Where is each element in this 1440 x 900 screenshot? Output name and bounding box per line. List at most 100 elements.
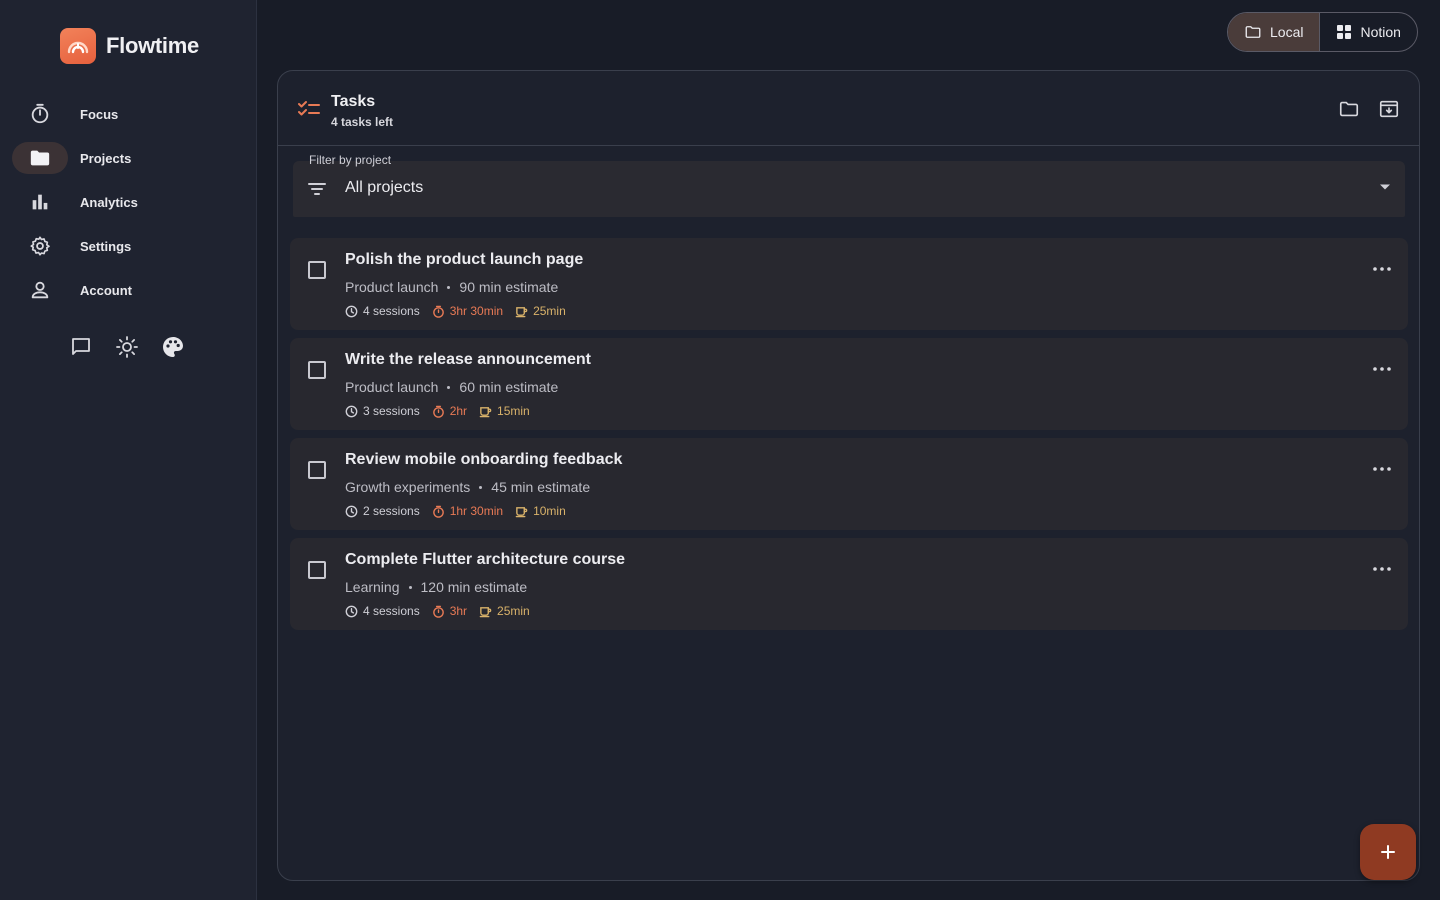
add-task-button[interactable] — [1360, 824, 1416, 880]
task-checkbox[interactable] — [308, 261, 326, 279]
sessions-stat: 4 sessions — [345, 304, 420, 318]
sidebar-item-analytics[interactable]: Analytics — [12, 180, 244, 224]
coffee-icon — [479, 606, 492, 617]
page-title: Tasks — [331, 93, 376, 110]
coffee-icon — [515, 506, 528, 517]
sidebar-item-settings[interactable]: Settings — [12, 224, 244, 268]
task-title: Write the release announcement — [345, 351, 591, 368]
task-stats: 4 sessions 3hr 30min 25min — [345, 304, 578, 318]
panel-actions — [1337, 97, 1401, 121]
archive-icon — [1379, 100, 1399, 118]
folder-icon — [30, 150, 50, 166]
flowtime-logo-icon — [60, 28, 96, 64]
sidebar-item-projects[interactable]: Projects — [12, 136, 244, 180]
tasks-panel: Tasks 4 tasks left Filter by project All… — [277, 70, 1420, 881]
more-horizontal-icon — [1373, 467, 1391, 471]
archive-button[interactable] — [1377, 97, 1401, 121]
palette-button[interactable] — [158, 332, 188, 362]
task-item[interactable]: Write the release announcement Product l… — [290, 338, 1408, 430]
more-horizontal-icon — [1373, 567, 1391, 571]
project-filter-select[interactable]: Filter by project All projects — [293, 153, 1405, 217]
task-checkbox[interactable] — [308, 361, 326, 379]
break-time-stat: 25min — [479, 604, 530, 618]
brightness-icon — [116, 336, 138, 358]
task-project: Learning — [345, 579, 400, 595]
source-label: Local — [1270, 24, 1304, 40]
work-time-stat: 1hr 30min — [432, 504, 503, 518]
task-more-button[interactable] — [1370, 257, 1394, 281]
sidebar-item-label: Focus — [80, 106, 119, 122]
task-more-button[interactable] — [1370, 557, 1394, 581]
sidebar-item-label: Settings — [80, 238, 132, 254]
sidebar-nav: Focus Projects Analytics Settings Accoun… — [12, 92, 244, 312]
break-time-stat: 15min — [479, 404, 530, 418]
palette-icon — [163, 337, 183, 357]
task-item[interactable]: Review mobile onboarding feedback Growth… — [290, 438, 1408, 530]
timer-icon — [432, 505, 444, 518]
sidebar-item-label: Projects — [80, 150, 132, 166]
source-notion-button[interactable]: Notion — [1319, 13, 1416, 51]
folder-outline-icon — [1245, 26, 1261, 38]
manage-projects-button[interactable] — [1337, 97, 1361, 121]
separator-dot — [447, 285, 451, 289]
task-meta: Product launch 90 min estimate — [345, 279, 558, 295]
separator-dot — [479, 485, 483, 489]
more-horizontal-icon — [1373, 367, 1391, 371]
clock-icon — [345, 605, 358, 617]
sidebar-item-focus[interactable]: Focus — [12, 92, 244, 136]
feedback-button[interactable] — [66, 332, 96, 362]
folder-outline-icon — [1339, 101, 1359, 117]
clock-icon — [345, 505, 358, 517]
task-title: Complete Flutter architecture course — [345, 551, 626, 568]
source-toggle: Local Notion — [1227, 12, 1418, 52]
task-checkbox[interactable] — [308, 461, 326, 479]
timer-icon — [432, 305, 444, 318]
task-meta: Growth experiments 45 min estimate — [345, 479, 590, 495]
sidebar-item-account[interactable]: Account — [12, 268, 244, 312]
panel-header: Tasks 4 tasks left — [278, 71, 1419, 146]
plus-icon — [1381, 845, 1395, 859]
coffee-icon — [515, 306, 528, 317]
task-stats: 3 sessions 2hr 15min — [345, 404, 542, 418]
sidebar-item-label: Analytics — [80, 194, 138, 210]
gear-icon — [30, 236, 50, 256]
source-local-button[interactable]: Local — [1228, 13, 1320, 51]
task-project: Growth experiments — [345, 479, 471, 495]
task-item[interactable]: Complete Flutter architecture course Lea… — [290, 538, 1408, 630]
task-checkbox[interactable] — [308, 561, 326, 579]
person-icon — [31, 281, 49, 299]
work-time-stat: 3hr 30min — [432, 304, 503, 318]
task-estimate: 90 min estimate — [459, 279, 559, 295]
timer-icon — [432, 405, 444, 418]
task-list: Polish the product launch page Product l… — [290, 238, 1408, 638]
task-project: Product launch — [345, 279, 439, 295]
task-more-button[interactable] — [1370, 357, 1394, 381]
sessions-stat: 2 sessions — [345, 504, 420, 518]
chevron-down-icon — [1380, 184, 1390, 190]
task-meta: Learning 120 min estimate — [345, 579, 527, 595]
sidebar-item-label: Account — [80, 282, 132, 298]
clock-icon — [345, 405, 358, 417]
sessions-stat: 3 sessions — [345, 404, 420, 418]
task-project: Product launch — [345, 379, 439, 395]
task-stats: 2 sessions 1hr 30min 10min — [345, 504, 578, 518]
app-name: Flowtime — [106, 33, 199, 58]
task-item[interactable]: Polish the product launch page Product l… — [290, 238, 1408, 330]
source-label: Notion — [1360, 24, 1401, 40]
work-time-stat: 3hr — [432, 604, 467, 618]
theme-toggle-button[interactable] — [112, 332, 142, 362]
sidebar: Flowtime Focus Projects Analytics Settin… — [0, 0, 257, 900]
task-meta: Product launch 60 min estimate — [345, 379, 558, 395]
filter-value: All projects — [345, 179, 424, 196]
task-more-button[interactable] — [1370, 457, 1394, 481]
separator-dot — [447, 385, 451, 389]
break-time-stat: 25min — [515, 304, 566, 318]
filter-label: Filter by project — [309, 153, 392, 167]
sidebar-tools — [66, 332, 188, 362]
tasks-left-count: 4 tasks left — [331, 115, 394, 129]
task-title: Review mobile onboarding feedback — [345, 451, 623, 468]
more-horizontal-icon — [1373, 267, 1391, 271]
feedback-icon — [72, 338, 90, 355]
task-estimate: 60 min estimate — [459, 379, 559, 395]
timer-icon — [31, 103, 49, 124]
